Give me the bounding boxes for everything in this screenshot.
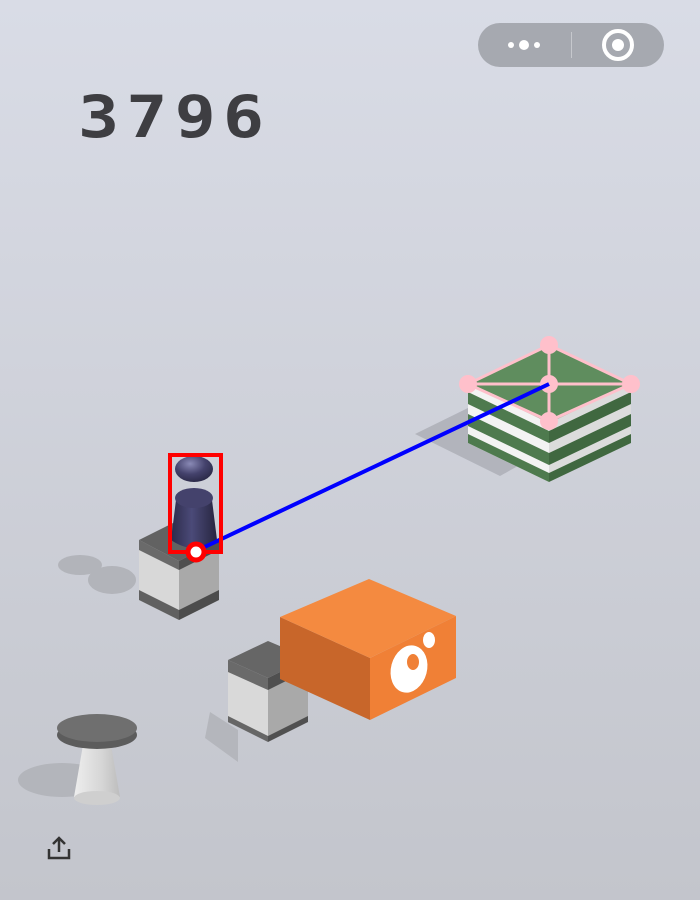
share-upload-icon xyxy=(47,836,71,860)
player-piece xyxy=(171,456,217,548)
score-counter: 3796 xyxy=(78,83,272,151)
close-program-button[interactable] xyxy=(572,23,665,67)
player-anchor-dot xyxy=(185,541,207,563)
target-circle-icon xyxy=(601,29,634,61)
more-menu-button[interactable] xyxy=(478,23,571,67)
mini-program-capsule xyxy=(478,23,664,67)
three-dots-icon xyxy=(508,40,541,50)
share-button[interactable] xyxy=(44,834,74,864)
